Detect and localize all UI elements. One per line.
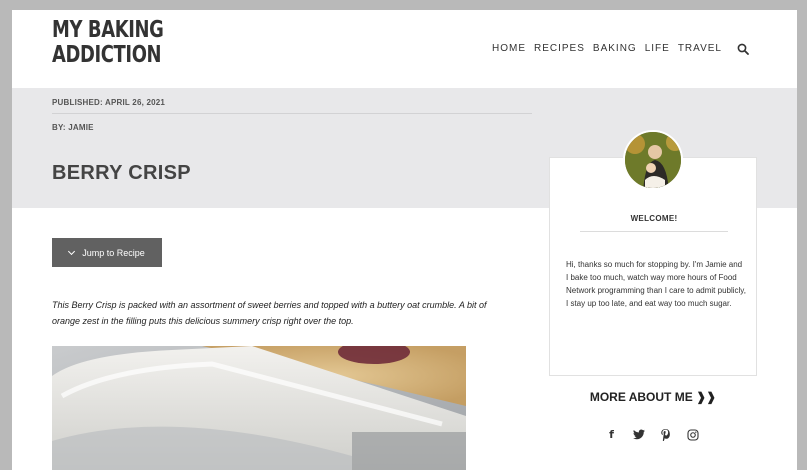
more-about-me-link[interactable]: MORE ABOUT ME ❱❱ [549, 390, 757, 404]
chevron-down-icon [68, 247, 76, 255]
nav-recipes[interactable]: RECIPES [534, 43, 585, 54]
nav-life[interactable]: LIFE [645, 43, 670, 54]
meta-divider [52, 113, 532, 114]
instagram-icon[interactable] [686, 428, 699, 441]
logo-line-2: ADDICTION [52, 42, 162, 68]
post-intro: This Berry Crisp is packed with an assor… [52, 300, 487, 326]
post-author: BY: JAMIE [52, 123, 94, 132]
author-bio: Hi, thanks so much for stopping by. I'm … [566, 260, 746, 308]
post-title: BERRY CRISP [52, 162, 191, 184]
welcome-heading: WELCOME! [630, 214, 678, 223]
logo-line-1: MY BAKING [52, 17, 164, 43]
more-about-label: MORE ABOUT ME [589, 390, 693, 404]
social-links: f [605, 428, 699, 441]
nav-home[interactable]: HOME [492, 43, 526, 54]
berry-crisp-photo [52, 346, 466, 470]
double-chevron-right-icon: ❱❱ [696, 390, 717, 404]
facebook-icon[interactable]: f [605, 428, 618, 441]
search-icon[interactable] [737, 42, 749, 55]
published-date: PUBLISHED: APRIL 26, 2021 [52, 98, 166, 107]
jump-to-recipe-label: Jump to Recipe [82, 247, 145, 258]
welcome-divider [580, 231, 728, 232]
author-avatar [623, 130, 683, 190]
pinterest-icon[interactable] [659, 428, 672, 441]
twitter-icon[interactable] [632, 428, 645, 441]
site-header: MY BAKING ADDICTION HOME RECIPES BAKING … [12, 10, 797, 88]
site-logo[interactable]: MY BAKING ADDICTION [52, 17, 164, 68]
main-nav: HOME RECIPES BAKING LIFE TRAVEL [484, 42, 749, 55]
page: MY BAKING ADDICTION HOME RECIPES BAKING … [12, 10, 797, 470]
nav-travel[interactable]: TRAVEL [678, 43, 722, 54]
jump-to-recipe-button[interactable]: Jump to Recipe [52, 238, 162, 267]
nav-baking[interactable]: BAKING [593, 43, 637, 54]
